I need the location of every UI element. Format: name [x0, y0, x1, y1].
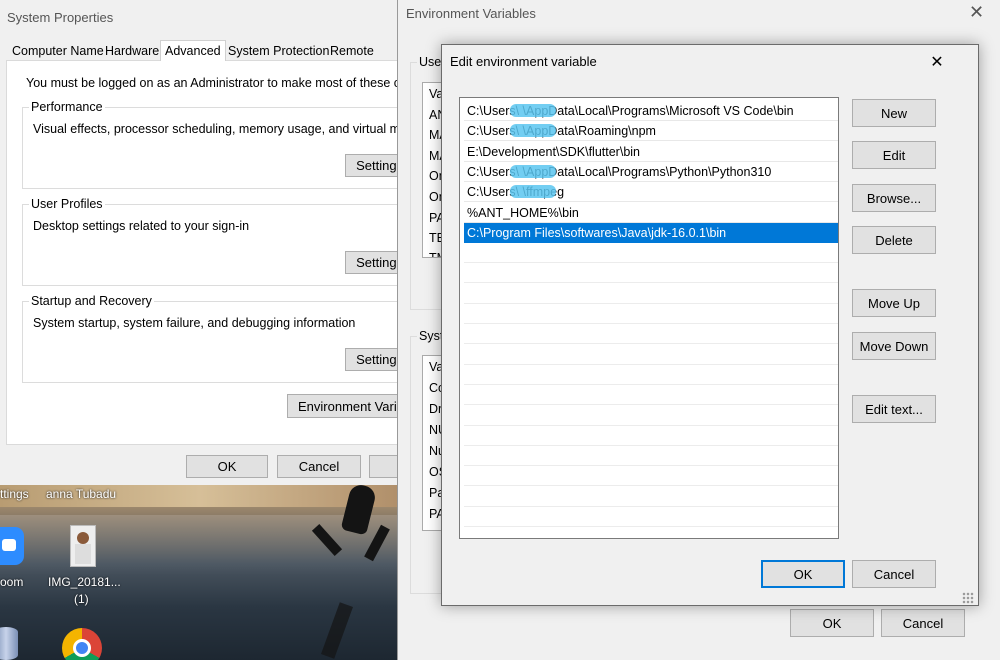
startup-recovery-description: System startup, system failure, and debu… — [33, 316, 356, 330]
startup-recovery-group: Startup and Recovery System startup, sys… — [22, 294, 400, 383]
edit-dialog-cancel-button[interactable]: Cancel — [852, 560, 936, 588]
chrome-center — [73, 639, 91, 657]
path-entry[interactable]: C:\Program Files\softwares\Java\jdk-16.0… — [464, 222, 838, 243]
startup-recovery-title: Startup and Recovery — [29, 294, 154, 308]
empty-row — [464, 243, 838, 264]
empty-row — [464, 466, 838, 487]
desktop-water — [0, 515, 400, 575]
edit-dialog-title: Edit environment variable — [450, 54, 597, 69]
edit-dialog-ok-button[interactable]: OK — [761, 560, 845, 588]
environment-variables-title: Environment Variables — [406, 6, 536, 21]
user-profiles-group: User Profiles Desktop settings related t… — [22, 197, 400, 286]
empty-row — [464, 345, 838, 365]
empty-row — [464, 426, 838, 446]
edit-dialog-close-icon[interactable]: ✕ — [922, 49, 952, 73]
empty-row — [464, 304, 838, 324]
path-entry[interactable]: %ANT_HOME%\bin — [464, 203, 838, 223]
performance-group: Performance Visual effects, processor sc… — [22, 100, 400, 189]
environment-variables-cancel-button[interactable]: Cancel — [881, 609, 965, 637]
edit-text-button[interactable]: Edit text... — [852, 395, 936, 423]
move-down-button[interactable]: Move Down — [852, 332, 936, 360]
performance-description: Visual effects, processor scheduling, me… — [33, 122, 400, 136]
desktop-icon-label-img[interactable]: IMG_20181... — [48, 575, 121, 589]
system-properties-window: System Properties Computer Name Hardware… — [0, 0, 400, 485]
desktop-background: ttings anna Tubadu oom IMG_20181... (1) — [0, 485, 400, 660]
desktop-icon-label-img-suffix[interactable]: (1) — [74, 592, 89, 606]
system-properties-title: System Properties — [7, 10, 114, 25]
redaction-mark — [510, 124, 556, 138]
runner-reflection — [321, 602, 353, 659]
system-properties-apply-button-partial[interactable] — [369, 455, 400, 478]
performance-settings-button[interactable]: Settings... — [345, 154, 400, 177]
path-entries-list[interactable]: C:\Users\ \AppData\Local\Programs\Micros… — [459, 97, 839, 539]
image-file-icon[interactable] — [70, 525, 96, 567]
empty-row — [464, 263, 838, 284]
new-button[interactable]: New — [852, 99, 936, 127]
photo-thumbnail — [77, 532, 89, 544]
photo-thumbnail-body — [75, 544, 91, 564]
user-profiles-settings-button[interactable]: Settings... — [345, 251, 400, 274]
admin-notice: You must be logged on as an Administrato… — [26, 76, 400, 90]
system-properties-ok-button[interactable]: OK — [186, 455, 268, 478]
advanced-tab-panel: You must be logged on as an Administrato… — [6, 60, 400, 445]
tab-remote[interactable]: Remote — [326, 42, 378, 60]
database-icon[interactable] — [0, 627, 18, 660]
edit-button[interactable]: Edit — [852, 141, 936, 169]
tab-hardware[interactable]: Hardware — [101, 42, 163, 60]
redaction-mark — [510, 164, 556, 178]
resize-grip-icon[interactable] — [962, 592, 974, 604]
move-up-button[interactable]: Move Up — [852, 289, 936, 317]
browse-button[interactable]: Browse... — [852, 184, 936, 212]
redaction-mark — [510, 185, 556, 199]
empty-row — [464, 406, 838, 426]
environment-variables-button[interactable]: Environment Variables... — [287, 394, 400, 418]
path-entry[interactable]: E:\Development\SDK\flutter\bin — [464, 142, 838, 162]
system-properties-cancel-button[interactable]: Cancel — [277, 455, 361, 478]
performance-title: Performance — [29, 100, 105, 114]
empty-row — [464, 487, 838, 507]
edit-environment-variable-dialog: Edit environment variable ✕ C:\Users\ \A… — [441, 44, 979, 606]
desktop-icon-label-zoom[interactable]: oom — [0, 575, 23, 589]
empty-row — [464, 446, 838, 467]
tab-computer-name[interactable]: Computer Name — [8, 42, 108, 60]
empty-row — [464, 365, 838, 385]
empty-row — [464, 507, 838, 527]
delete-button[interactable]: Delete — [852, 226, 936, 254]
zoom-camera-glyph — [2, 539, 16, 551]
tab-system-protection[interactable]: System Protection — [224, 42, 333, 60]
empty-row — [464, 385, 838, 406]
zoom-icon[interactable] — [0, 527, 24, 565]
environment-variables-ok-button[interactable]: OK — [790, 609, 874, 637]
environment-variables-close-icon[interactable]: ✕ — [969, 2, 984, 23]
tab-advanced[interactable]: Advanced — [160, 40, 226, 61]
empty-row — [464, 324, 838, 345]
redaction-mark — [510, 104, 556, 117]
empty-row — [464, 284, 838, 304]
user-profiles-description: Desktop settings related to your sign-in — [33, 219, 250, 233]
desktop-icon-label-settings[interactable]: ttings — [0, 487, 29, 501]
desktop-icon-label-anna[interactable]: anna Tubadu — [46, 487, 116, 501]
startup-recovery-settings-button[interactable]: Settings... — [345, 348, 400, 371]
user-profiles-title: User Profiles — [29, 197, 105, 211]
chrome-icon[interactable] — [62, 628, 102, 660]
